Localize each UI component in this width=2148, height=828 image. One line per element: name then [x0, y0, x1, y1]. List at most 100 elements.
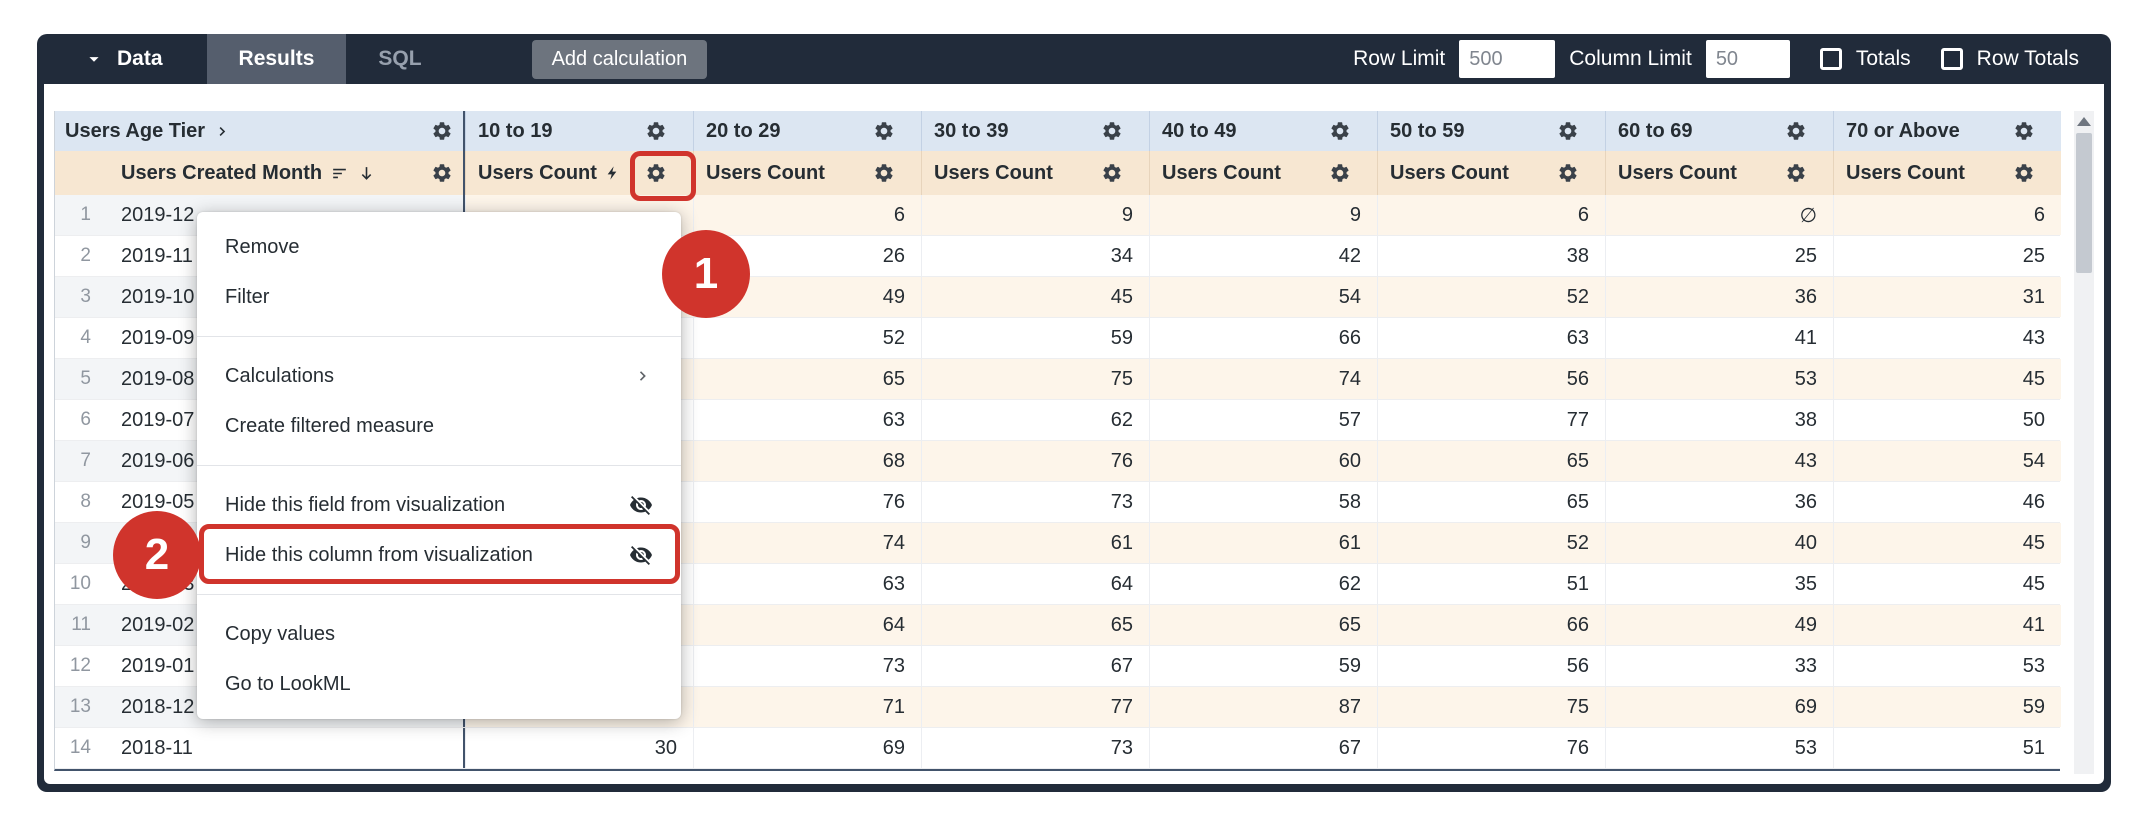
measure-header-50to59[interactable]: Users Count	[1377, 151, 1605, 195]
measure-cell[interactable]: 6	[693, 195, 921, 235]
gear-icon[interactable]	[1329, 162, 1351, 184]
measure-cell[interactable]: 74	[1149, 359, 1377, 399]
measure-cell[interactable]: 71	[693, 687, 921, 727]
measure-cell[interactable]: 51	[1377, 564, 1605, 604]
pivot-field-header[interactable]: Users Age Tier	[55, 111, 465, 151]
measure-cell[interactable]: 43	[1605, 441, 1833, 481]
measure-cell[interactable]: 43	[1833, 318, 2061, 358]
measure-cell[interactable]: 77	[1377, 400, 1605, 440]
measure-cell[interactable]: 31	[1833, 277, 2061, 317]
measure-cell[interactable]: 6	[1833, 195, 2061, 235]
measure-header-20to29[interactable]: Users Count	[693, 151, 921, 195]
measure-cell[interactable]: 49	[1605, 605, 1833, 645]
gear-icon[interactable]	[1785, 162, 1807, 184]
totals-checkbox[interactable]	[1820, 48, 1842, 70]
measure-cell[interactable]: 60	[1149, 441, 1377, 481]
menu-item-hide-column[interactable]: Hide this column from visualization	[197, 530, 681, 580]
pivot-value-header-20to29[interactable]: 20 to 29	[693, 111, 921, 151]
measure-cell[interactable]: 73	[693, 646, 921, 686]
measure-header-70orabove[interactable]: Users Count	[1833, 151, 2061, 195]
tab-results[interactable]: Results	[207, 34, 347, 84]
measure-cell[interactable]: 63	[693, 564, 921, 604]
measure-cell[interactable]: 87	[1149, 687, 1377, 727]
measure-cell[interactable]: 9	[1149, 195, 1377, 235]
measure-cell[interactable]: 56	[1377, 359, 1605, 399]
measure-header-30to39[interactable]: Users Count	[921, 151, 1149, 195]
measure-cell[interactable]: 67	[1149, 728, 1377, 768]
measure-cell[interactable]: 65	[1149, 605, 1377, 645]
measure-cell[interactable]: 58	[1149, 482, 1377, 522]
measure-cell[interactable]: 75	[921, 359, 1149, 399]
measure-cell[interactable]: 54	[1833, 441, 2061, 481]
menu-item-filter[interactable]: Filter	[197, 272, 681, 322]
pivot-value-header-30to39[interactable]: 30 to 39	[921, 111, 1149, 151]
vertical-scrollbar[interactable]	[2074, 111, 2094, 774]
measure-cell[interactable]: 38	[1377, 236, 1605, 276]
measure-cell[interactable]: 53	[1605, 728, 1833, 768]
pivot-value-header-10to19[interactable]: 10 to 19	[465, 111, 693, 151]
measure-cell[interactable]: 67	[921, 646, 1149, 686]
measure-cell[interactable]: 38	[1605, 400, 1833, 440]
scrollbar-up-arrow-icon[interactable]	[2077, 117, 2091, 126]
gear-icon[interactable]	[1101, 162, 1123, 184]
measure-cell[interactable]: 56	[1377, 646, 1605, 686]
gear-icon[interactable]	[431, 120, 453, 142]
measure-cell[interactable]: 73	[921, 728, 1149, 768]
measure-cell[interactable]: 34	[921, 236, 1149, 276]
measure-cell[interactable]: 57	[1149, 400, 1377, 440]
measure-cell[interactable]: 41	[1605, 318, 1833, 358]
measure-cell[interactable]: 41	[1833, 605, 2061, 645]
measure-cell[interactable]: 65	[921, 605, 1149, 645]
measure-cell[interactable]: 76	[921, 441, 1149, 481]
gear-icon-highlighted[interactable]	[645, 162, 667, 184]
measure-cell[interactable]: 52	[1377, 277, 1605, 317]
measure-cell[interactable]: 66	[1149, 318, 1377, 358]
measure-cell[interactable]: 59	[1833, 687, 2061, 727]
measure-cell[interactable]: 59	[921, 318, 1149, 358]
measure-cell[interactable]: 40	[1605, 523, 1833, 563]
measure-cell[interactable]: 76	[693, 482, 921, 522]
gear-icon[interactable]	[1101, 120, 1123, 142]
menu-item-hide-field[interactable]: Hide this field from visualization	[197, 480, 681, 530]
gear-icon[interactable]	[1329, 120, 1351, 142]
gear-icon[interactable]	[2013, 162, 2035, 184]
menu-item-calculations[interactable]: Calculations	[197, 351, 681, 401]
measure-cell[interactable]: 51	[1833, 728, 2061, 768]
gear-icon[interactable]	[1557, 120, 1579, 142]
measure-cell[interactable]: 45	[1833, 359, 2061, 399]
measure-cell[interactable]: 69	[693, 728, 921, 768]
measure-cell[interactable]: 66	[1377, 605, 1605, 645]
scrollbar-thumb[interactable]	[2076, 133, 2092, 273]
menu-item-create-filtered-measure[interactable]: Create filtered measure	[197, 401, 681, 451]
measure-cell[interactable]: 46	[1833, 482, 2061, 522]
measure-cell[interactable]: 59	[1149, 646, 1377, 686]
measure-cell[interactable]: 68	[693, 441, 921, 481]
measure-cell[interactable]: 25	[1833, 236, 2061, 276]
measure-cell[interactable]: 62	[921, 400, 1149, 440]
measure-cell[interactable]: 73	[921, 482, 1149, 522]
tab-sql[interactable]: SQL	[346, 34, 453, 84]
measure-cell[interactable]: 30	[465, 728, 693, 768]
column-limit-input[interactable]	[1706, 40, 1790, 78]
measure-cell[interactable]: ∅	[1605, 195, 1833, 235]
gear-icon[interactable]	[431, 162, 453, 184]
measure-cell[interactable]: 36	[1605, 277, 1833, 317]
measure-cell[interactable]: 45	[1833, 564, 2061, 604]
gear-icon[interactable]	[645, 120, 667, 142]
add-calculation-button[interactable]: Add calculation	[532, 40, 708, 79]
gear-icon[interactable]	[1785, 120, 1807, 142]
menu-item-go-to-lookml[interactable]: Go to LookML	[197, 659, 681, 709]
measure-cell[interactable]: 62	[1149, 564, 1377, 604]
pivot-value-header-70orabove[interactable]: 70 or Above	[1833, 111, 2061, 151]
measure-cell[interactable]: 61	[921, 523, 1149, 563]
measure-cell[interactable]: 45	[1833, 523, 2061, 563]
measure-cell[interactable]: 54	[1149, 277, 1377, 317]
measure-cell[interactable]: 64	[693, 605, 921, 645]
measure-cell[interactable]: 65	[693, 359, 921, 399]
measure-cell[interactable]: 63	[1377, 318, 1605, 358]
measure-cell[interactable]: 76	[1377, 728, 1605, 768]
measure-cell[interactable]: 65	[1377, 441, 1605, 481]
dimension-cell[interactable]: 2018-11	[103, 728, 465, 768]
data-section-toggle[interactable]: Data	[37, 34, 207, 84]
menu-item-remove[interactable]: Remove	[197, 222, 681, 272]
